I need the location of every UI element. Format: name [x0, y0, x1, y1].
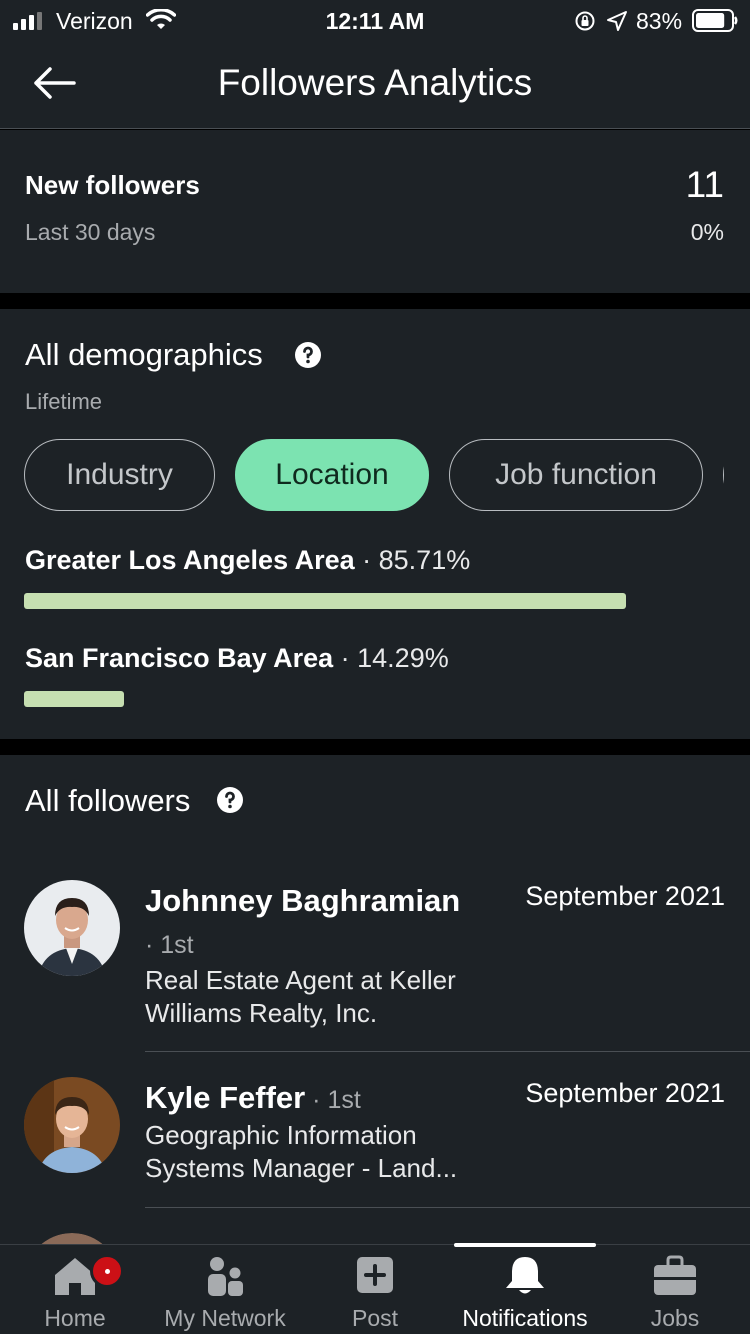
bottom-tab-bar: Home My Network Post Notifications Jobs	[0, 1244, 750, 1334]
follow-date: September 2021	[525, 1078, 725, 1108]
tab-label: Notifications	[462, 1305, 588, 1331]
follower-item[interactable]: Kyle Feffer · 1st September 2021 Geograp…	[0, 1077, 750, 1208]
network-icon	[208, 1257, 243, 1296]
tab-label: My Network	[164, 1305, 286, 1331]
new-followers-count: 11	[685, 164, 724, 205]
follower-name-line: Kyle Feffer · 1st	[145, 1080, 361, 1116]
headline-line: Williams Realty, Inc.	[145, 998, 378, 1028]
demographics-card: All demographics Lifetime Industry Locat…	[0, 309, 750, 739]
follower-name[interactable]: Johnney Baghramian	[145, 883, 460, 919]
question-circle-icon[interactable]	[216, 786, 244, 814]
notification-badge	[90, 1254, 124, 1288]
filter-more[interactable]	[723, 439, 724, 511]
location-row-2: San Francisco Bay Area · 14.29%	[25, 643, 449, 674]
tab-label: Home	[44, 1305, 106, 1331]
demographics-period: Lifetime	[25, 389, 103, 414]
filter-industry[interactable]: Industry	[24, 439, 215, 511]
new-followers-change: 0%	[690, 219, 724, 245]
filter-location[interactable]: Location	[235, 439, 429, 511]
tab-post[interactable]: Post	[300, 1245, 450, 1334]
location-row-1: Greater Los Angeles Area · 85.71%	[25, 545, 470, 576]
follow-date: September 2021	[525, 881, 725, 911]
briefcase-icon	[654, 1255, 696, 1295]
tab-home[interactable]: Home	[0, 1245, 150, 1334]
location-name: Greater Los Angeles Area	[25, 545, 355, 575]
headline-line: Real Estate Agent at Keller	[145, 965, 456, 995]
follower-headline: Geographic Information Systems Manager -…	[145, 1119, 457, 1185]
followers-card: All followers Johnney Baghramian · 1st S…	[0, 755, 750, 1245]
location-bar-track	[24, 691, 726, 707]
tab-my-network[interactable]: My Network	[150, 1245, 300, 1334]
battery-icon	[692, 9, 738, 32]
divider	[145, 1207, 750, 1208]
page-title: Followers Analytics	[217, 62, 533, 103]
location-arrow-icon	[607, 11, 627, 31]
headline-line: Systems Manager - Land...	[145, 1153, 458, 1183]
location-percent: 85.71%	[378, 545, 471, 575]
location-bar-track	[24, 593, 726, 609]
tab-label: Jobs	[650, 1305, 700, 1331]
location-percent: 14.29%	[357, 643, 449, 673]
location-bar	[24, 691, 125, 707]
location-separator: ·	[333, 643, 358, 673]
question-circle-icon[interactable]	[294, 341, 322, 369]
tab-label: Post	[351, 1305, 399, 1331]
avatar[interactable]	[24, 880, 120, 976]
filter-pills: Industry Location Job function	[24, 439, 724, 511]
tab-notifications[interactable]: Notifications	[450, 1245, 600, 1334]
bell-icon	[506, 1257, 544, 1294]
demographics-title: All demographics	[25, 337, 263, 372]
new-followers-period: Last 30 days	[25, 219, 156, 245]
battery-percent: 83%	[636, 8, 683, 34]
status-bar: Verizon 12:11 AM 83%	[0, 0, 750, 42]
filter-job-function[interactable]: Job function	[449, 439, 703, 511]
follower-headline: Real Estate Agent at Keller Williams Rea…	[145, 964, 456, 1030]
follower-name[interactable]: Kyle Feffer	[145, 1080, 305, 1115]
app-header: Followers Analytics	[0, 42, 750, 129]
follower-item[interactable]: Johnney Baghramian · 1st September 2021 …	[0, 880, 750, 1052]
location-name: San Francisco Bay Area	[25, 643, 334, 673]
location-separator: ·	[354, 545, 379, 575]
headline-line: Geographic Information	[145, 1120, 417, 1150]
new-followers-title: New followers	[25, 170, 200, 200]
divider	[145, 1051, 750, 1052]
location-bar	[24, 593, 626, 609]
followers-title: All followers	[25, 783, 191, 818]
rotation-lock-icon	[575, 11, 595, 31]
new-followers-card: New followers Last 30 days 11 0%	[0, 130, 750, 293]
avatar[interactable]	[24, 1077, 120, 1173]
active-tab-indicator	[454, 1243, 596, 1247]
connection-degree: · 1st	[305, 1086, 361, 1114]
tab-jobs[interactable]: Jobs	[600, 1245, 750, 1334]
post-plus-icon	[357, 1257, 393, 1293]
connection-degree: · 1st	[145, 931, 194, 959]
